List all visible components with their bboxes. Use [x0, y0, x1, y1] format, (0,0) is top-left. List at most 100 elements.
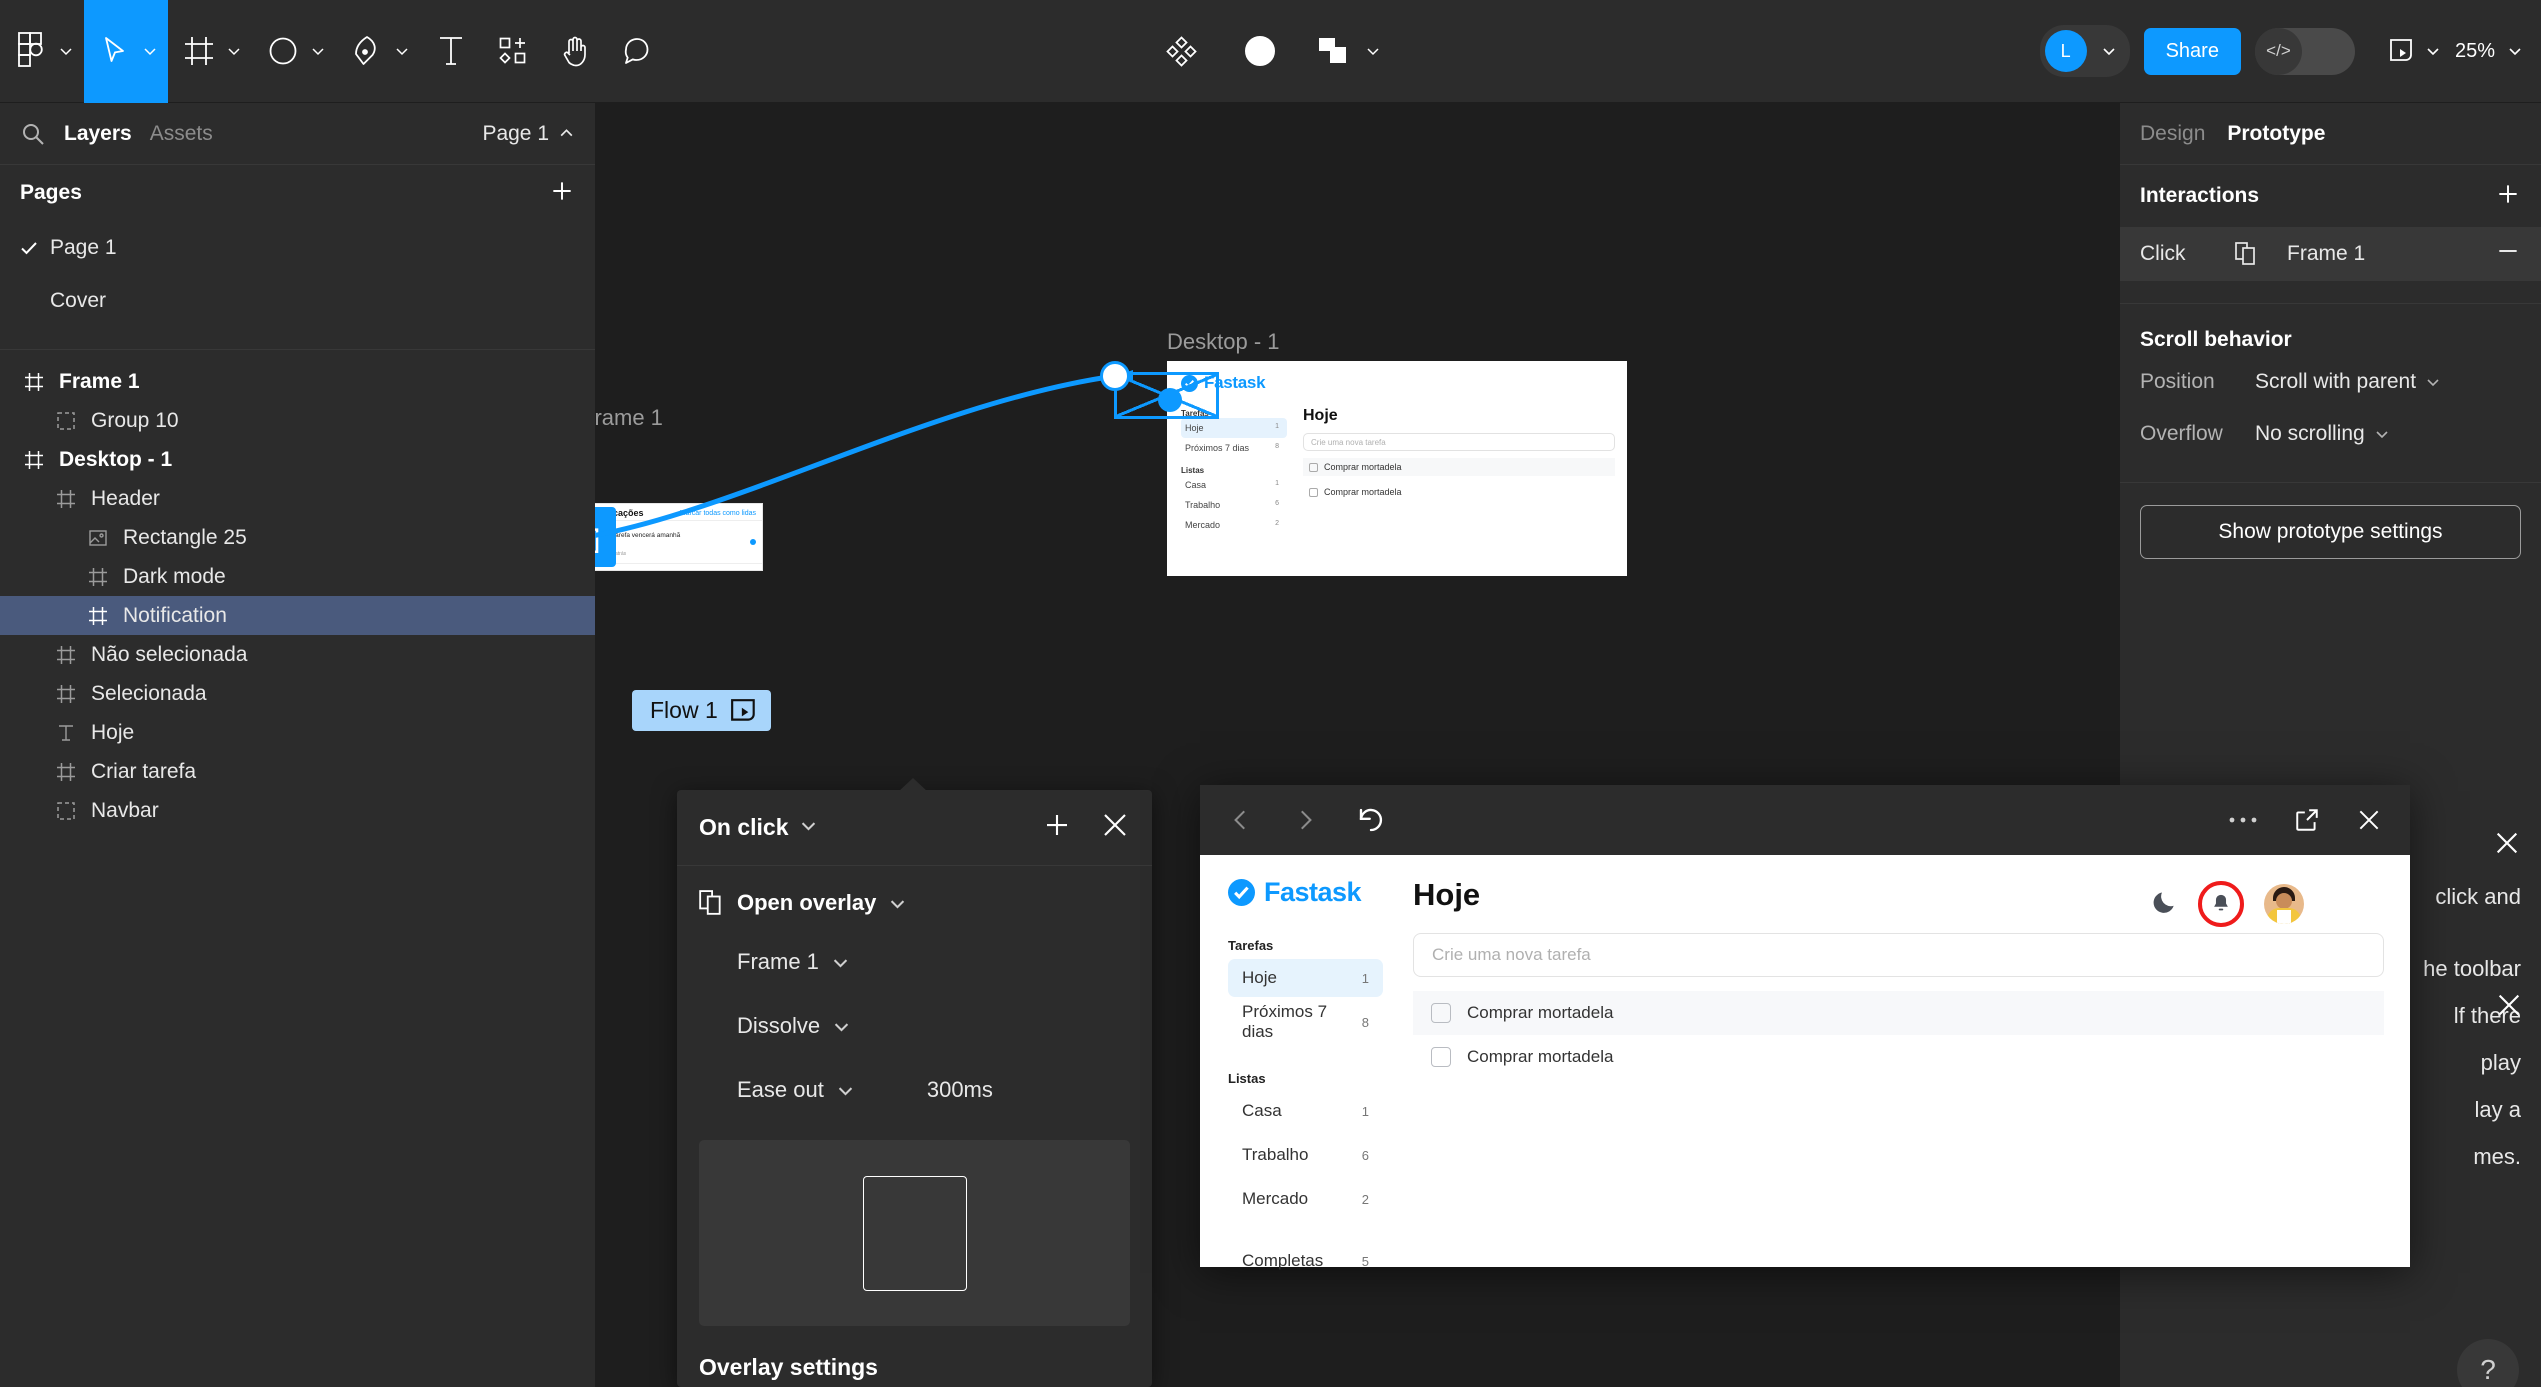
chevron-down-icon[interactable]	[836, 1081, 855, 1100]
layer-item-header[interactable]: Header	[0, 479, 595, 518]
add-page-button[interactable]	[549, 178, 575, 209]
components-tool-icon[interactable]	[482, 0, 544, 103]
bell-icon-highlighted[interactable]	[2198, 881, 2244, 927]
ellipsis-icon[interactable]	[2228, 815, 2258, 825]
shape-tool-icon[interactable]	[252, 0, 336, 103]
pen-tool-icon[interactable]	[336, 0, 420, 103]
remove-interaction-button[interactable]	[2495, 238, 2521, 270]
chevron-down-icon[interactable]	[831, 953, 850, 972]
mini-notification-item[interactable]: Sua tarefa vencerá amanhã 5 min. atrás	[595, 520, 762, 563]
animation-row[interactable]: Dissolve	[677, 994, 1152, 1058]
canvas-frame-desktop-1[interactable]: Fastask Tarefas Hoje 1 Próximos 7 dias 8…	[1167, 361, 1627, 576]
nav-item-mercado[interactable]: Mercado 2	[1228, 1180, 1383, 1218]
show-prototype-settings-button[interactable]: Show prototype settings	[2140, 505, 2521, 559]
layer-item-desktop-1[interactable]: Desktop - 1	[0, 440, 595, 479]
components-diamond-icon[interactable]	[1161, 30, 1203, 72]
chevron-down-icon[interactable]	[799, 816, 818, 840]
layer-item-hoje[interactable]: Hoje	[0, 713, 595, 752]
mask-contrast-icon[interactable]	[1239, 30, 1281, 72]
moon-icon[interactable]	[2152, 889, 2178, 920]
nav-item-casa[interactable]: Casa 1	[1228, 1092, 1383, 1130]
nav-item-hoje[interactable]: Hoje 1	[1228, 959, 1383, 997]
mini-list-item[interactable]: Hoje 1	[1181, 418, 1287, 438]
layer-item-notification[interactable]: Notification	[0, 596, 595, 635]
figma-logo-icon[interactable]	[0, 0, 84, 103]
duration-value[interactable]: 300ms	[927, 1077, 993, 1103]
close-icon[interactable]	[2493, 829, 2521, 862]
frame-tool-icon[interactable]	[168, 0, 252, 103]
page-item-cover[interactable]: Cover	[0, 274, 595, 327]
present-button[interactable]	[2389, 38, 2441, 64]
page-item-page-1[interactable]: Page 1	[0, 221, 595, 274]
add-action-button[interactable]	[1042, 810, 1072, 845]
move-tool-icon[interactable]	[84, 0, 168, 103]
chevron-left-icon[interactable]	[1228, 807, 1254, 833]
open-external-icon[interactable]	[2294, 807, 2320, 833]
page-selector[interactable]: Page 1	[482, 122, 575, 146]
mini-task-row[interactable]: Comprar mortadela	[1303, 483, 1615, 501]
tab-prototype[interactable]: Prototype	[2227, 122, 2325, 146]
position-dropdown[interactable]: Scroll with parent	[2255, 370, 2441, 394]
mini-list-item[interactable]: Próximos 7 dias 8	[1181, 438, 1287, 458]
task-row[interactable]: Comprar mortadela	[1413, 1035, 2384, 1079]
tab-assets[interactable]: Assets	[150, 122, 213, 146]
chevron-right-icon[interactable]	[1292, 807, 1318, 833]
avatar-menu[interactable]: L	[2039, 25, 2130, 77]
prototype-hotspot-node[interactable]	[595, 507, 616, 567]
easing-row[interactable]: Ease out 300ms	[677, 1058, 1152, 1122]
mini-new-task-input[interactable]: Crie uma nova tarefa	[1303, 433, 1615, 451]
mark-all-read-link[interactable]: Marcar todas como lidas	[680, 510, 756, 517]
tab-design[interactable]: Design	[2140, 122, 2205, 146]
tab-layers[interactable]: Layers	[64, 122, 132, 146]
mini-notification-item[interactable]: Sua tarefa vencerá amanhã 5 min. atrás	[595, 563, 762, 570]
action-row[interactable]: Open overlay	[677, 866, 1152, 930]
add-interaction-button[interactable]	[2495, 181, 2521, 212]
hand-tool-icon[interactable]	[544, 0, 606, 103]
layer-item-nao-selecionada[interactable]: Não selecionada	[0, 635, 595, 674]
zoom-control[interactable]: 25%	[2455, 40, 2523, 63]
layer-item-navbar[interactable]: Navbar	[0, 791, 595, 830]
mini-checkbox[interactable]	[1309, 487, 1318, 497]
dev-mode-toggle[interactable]: </>	[2254, 27, 2355, 75]
restart-icon[interactable]	[1356, 805, 1386, 835]
chevron-down-icon[interactable]	[888, 894, 907, 913]
layer-item-group-10[interactable]: Group 10	[0, 401, 595, 440]
layer-item-dark-mode[interactable]: Dark mode	[0, 557, 595, 596]
nav-item-proximos-7-dias[interactable]: Próximos 7 dias 8	[1228, 1002, 1383, 1041]
new-task-input[interactable]: Crie uma nova tarefa	[1413, 933, 2384, 977]
connection-endpoint-handle[interactable]	[1100, 361, 1130, 391]
close-popover-button[interactable]	[1100, 810, 1130, 845]
help-button[interactable]: ?	[2457, 1339, 2519, 1387]
frame-label-frame-1[interactable]: Frame 1	[595, 405, 663, 431]
mini-task-row[interactable]: Comprar mortadela	[1303, 458, 1615, 476]
task-checkbox[interactable]	[1431, 1003, 1451, 1023]
mini-list-item[interactable]: Mercado 2	[1181, 515, 1287, 535]
canvas-frame-frame-1[interactable]: Notificações Marcar todas como lidas Sua…	[595, 503, 763, 571]
boolean-union-icon[interactable]	[1317, 37, 1381, 65]
frame-label-desktop-1[interactable]: Desktop - 1	[1167, 329, 1280, 355]
nav-item-completas[interactable]: Completas 5	[1228, 1242, 1383, 1280]
chevron-down-icon[interactable]	[832, 1017, 851, 1036]
mini-list-item[interactable]: Casa 1	[1181, 475, 1287, 495]
mini-checkbox[interactable]	[1309, 462, 1318, 472]
destination-row[interactable]: Frame 1	[677, 930, 1152, 994]
search-icon[interactable]	[20, 121, 46, 147]
close-icon[interactable]	[2356, 807, 2382, 833]
task-checkbox[interactable]	[1431, 1047, 1451, 1067]
nav-item-trabalho[interactable]: Trabalho 6	[1228, 1136, 1383, 1174]
comment-tool-icon[interactable]	[606, 0, 668, 103]
interaction-row[interactable]: Click Frame 1	[2120, 227, 2541, 281]
share-button[interactable]: Share	[2143, 27, 2241, 75]
layer-item-rectangle-25[interactable]: Rectangle 25	[0, 518, 595, 557]
user-avatar[interactable]	[2264, 884, 2304, 924]
text-layer-icon	[52, 719, 79, 746]
layer-item-selecionada[interactable]: Selecionada	[0, 674, 595, 713]
task-row[interactable]: Comprar mortadela	[1413, 991, 2384, 1035]
layer-item-criar-tarefa[interactable]: Criar tarefa	[0, 752, 595, 791]
overflow-dropdown[interactable]: No scrolling	[2255, 422, 2390, 446]
close-icon-secondary[interactable]	[2495, 991, 2523, 1024]
mini-list-item[interactable]: Trabalho 6	[1181, 495, 1287, 515]
text-tool-icon[interactable]	[420, 0, 482, 103]
flow-badge[interactable]: Flow 1	[632, 690, 771, 731]
layer-item-frame-1[interactable]: Frame 1	[0, 362, 595, 401]
